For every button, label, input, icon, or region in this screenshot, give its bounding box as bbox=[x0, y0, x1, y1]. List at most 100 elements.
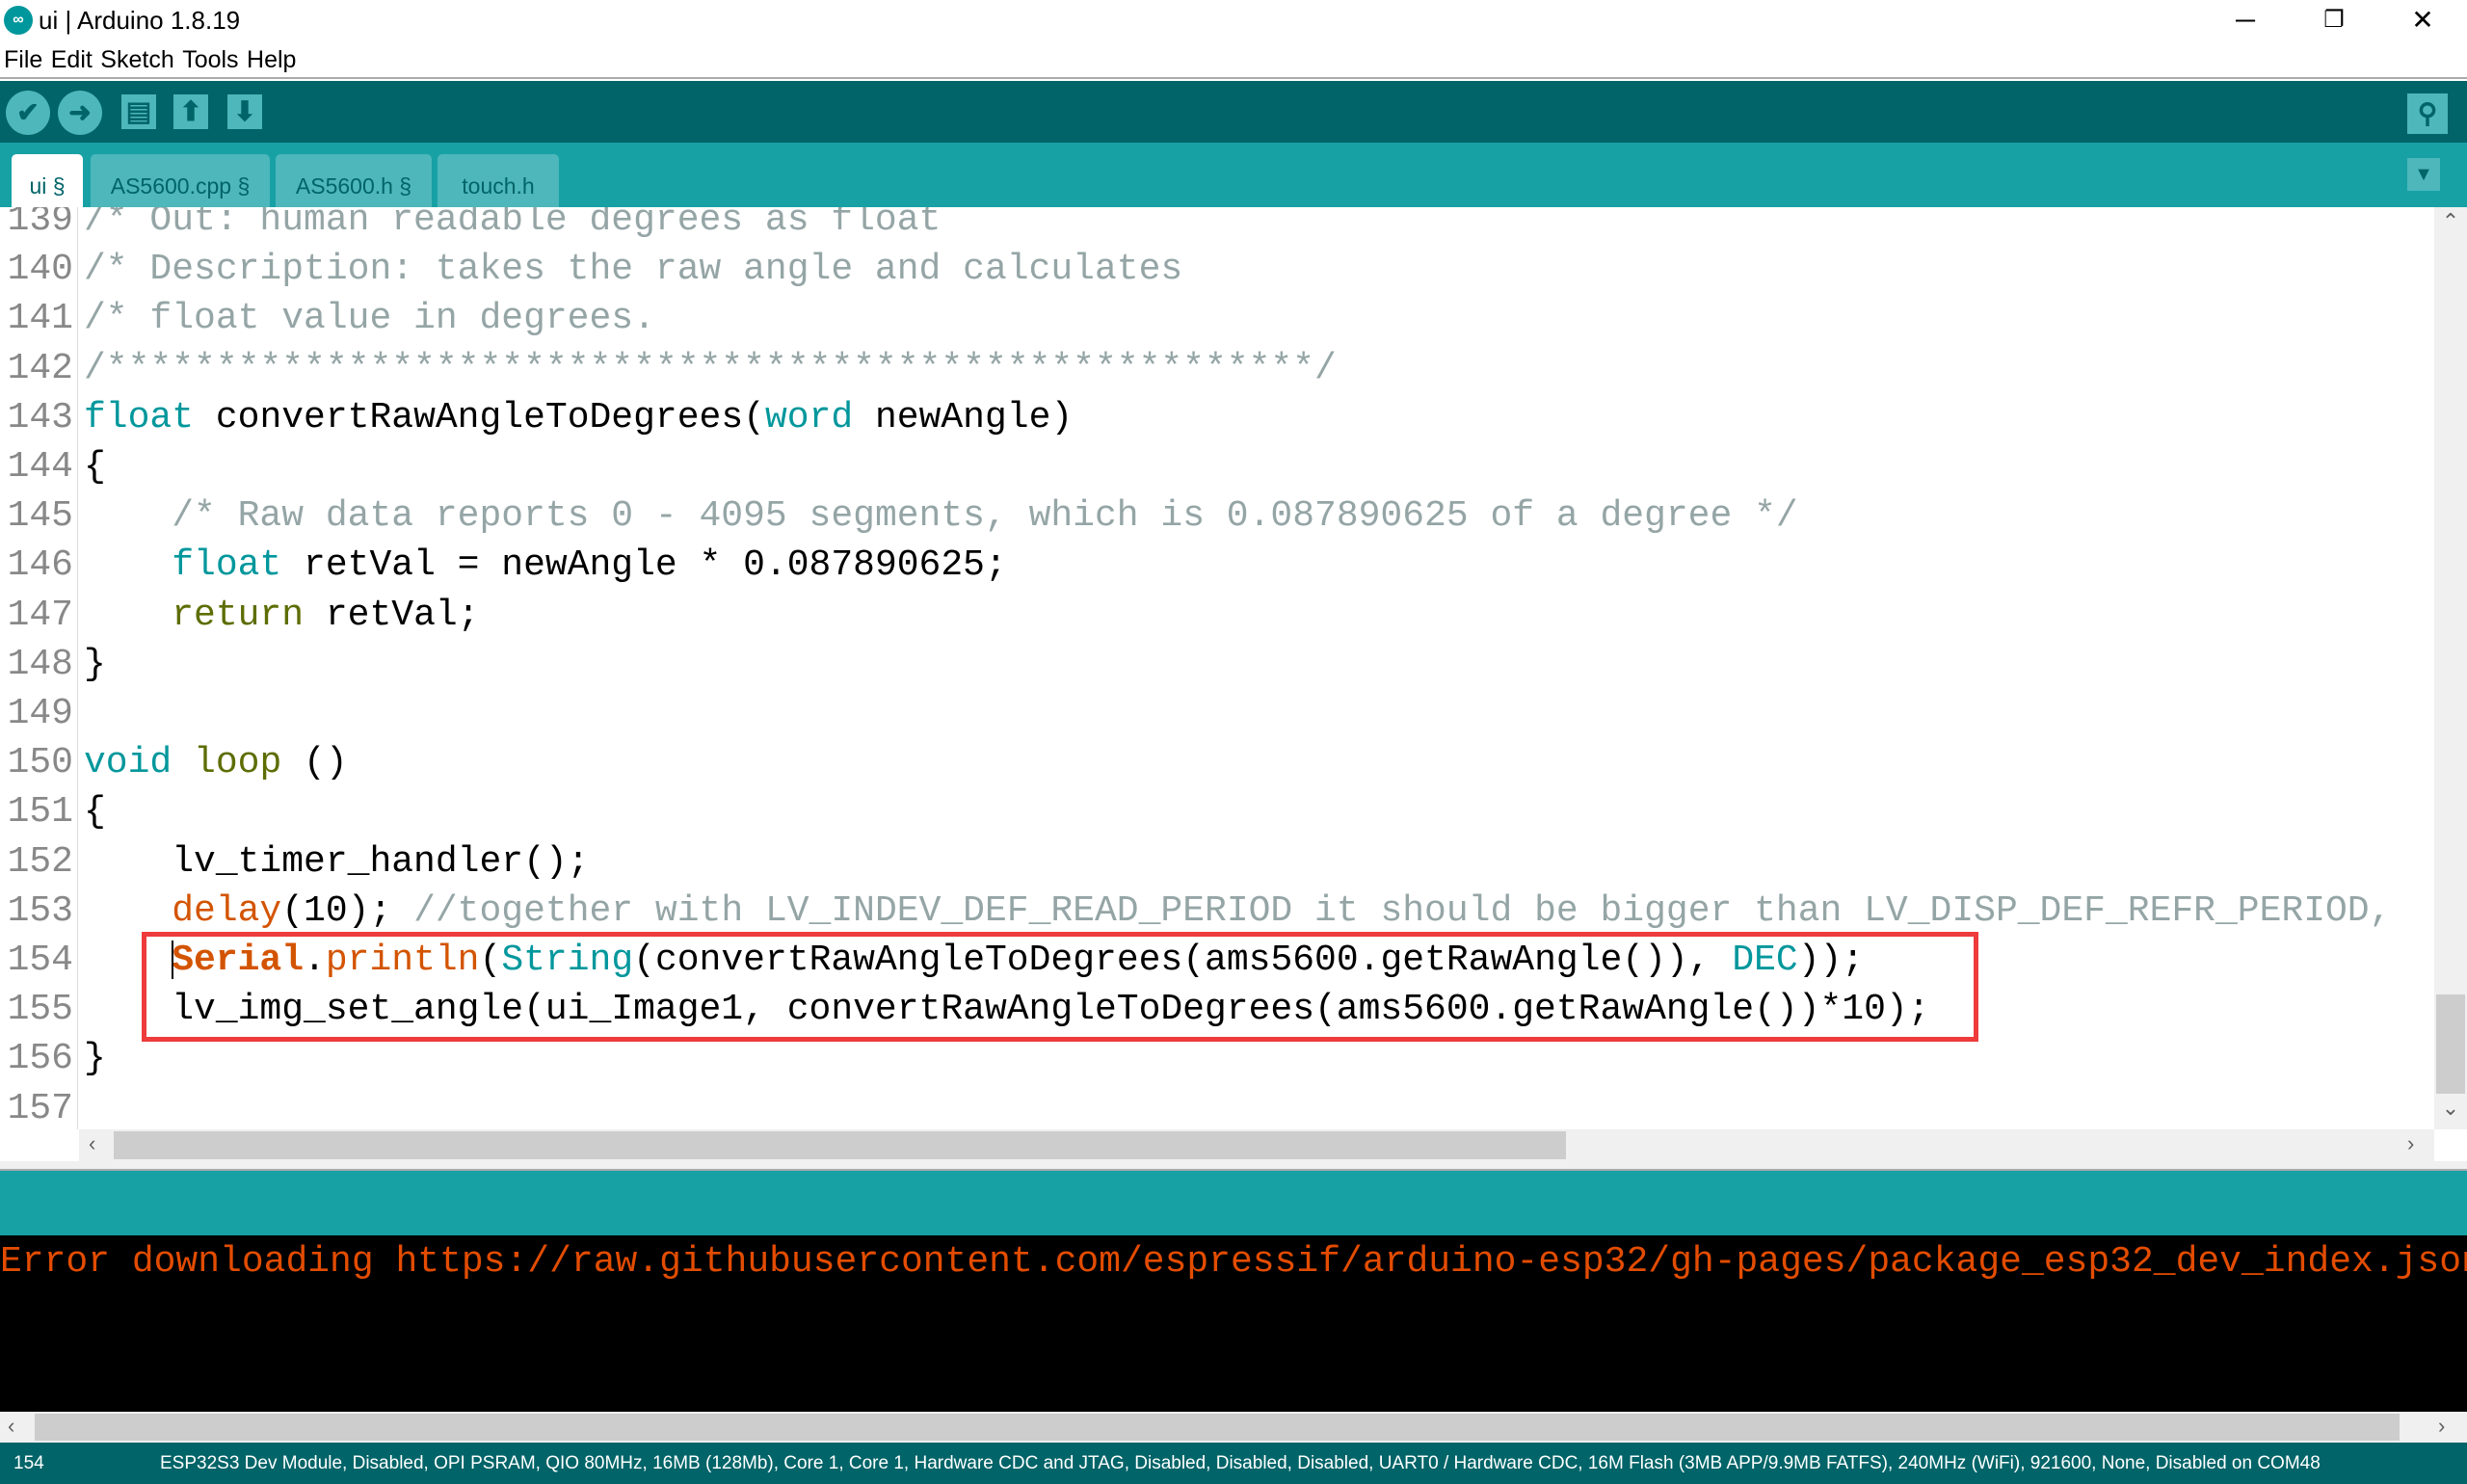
code-token-plain: { bbox=[84, 446, 106, 488]
console-scroll-left-icon[interactable]: ‹ bbox=[8, 1414, 14, 1439]
highlight-annotation-box bbox=[142, 932, 1978, 1042]
message-area bbox=[0, 1171, 2467, 1235]
line-number: 150 bbox=[7, 742, 73, 784]
code-line[interactable]: 145 /* Raw data reports 0 - 4095 segment… bbox=[0, 491, 1798, 541]
tab-as5600-h[interactable]: AS5600.h § bbox=[276, 154, 432, 207]
line-number: 147 bbox=[7, 594, 73, 636]
console-output: Error downloading https://raw.githubuser… bbox=[0, 1235, 2467, 1412]
code-line[interactable]: 139 /* Out: human readable degrees as flo… bbox=[0, 207, 942, 245]
tab-bar: ui § AS5600.cpp § AS5600.h § touch.h ▼ bbox=[0, 143, 2467, 207]
open-button[interactable]: ⬆ bbox=[173, 94, 208, 129]
menu-tools[interactable]: Tools bbox=[178, 42, 238, 74]
code-text: /* Out: human readable degrees as float bbox=[84, 207, 941, 245]
code-token-kw: word bbox=[764, 396, 854, 438]
code-token-comment: //together with LV_INDEV_DEF_READ_PERIOD… bbox=[413, 889, 2392, 932]
code-line[interactable]: 147 return retVal; bbox=[0, 591, 480, 640]
code-token-olive: return bbox=[172, 594, 305, 636]
console-error-text: Error downloading https://raw.githubuser… bbox=[0, 1241, 2467, 1283]
code-text: { bbox=[84, 787, 106, 836]
status-bar: 154 ESP32S3 Dev Module, Disabled, OPI PS… bbox=[0, 1443, 2467, 1484]
menu-edit[interactable]: Edit bbox=[47, 42, 93, 74]
editor-console-splitter[interactable] bbox=[0, 1161, 2467, 1171]
console-scroll-thumb[interactable] bbox=[35, 1414, 2400, 1441]
console-scroll-right-icon[interactable]: › bbox=[2438, 1414, 2445, 1439]
code-text: /* float value in degrees. bbox=[84, 294, 655, 343]
code-line[interactable]: 148} bbox=[0, 640, 106, 689]
code-line[interactable]: 141 /* float value in degrees. bbox=[0, 294, 655, 343]
scroll-up-icon[interactable]: ⌃ bbox=[2434, 209, 2467, 234]
code-text: float retVal = newAngle * 0.087890625; bbox=[84, 541, 1007, 590]
code-token-olive: loop bbox=[194, 742, 282, 784]
code-line[interactable]: 152 lv_timer_handler(); bbox=[0, 837, 590, 887]
code-token-orange: delay bbox=[172, 889, 282, 932]
code-line[interactable]: 140 /* Description: takes the raw angle a… bbox=[0, 245, 1183, 294]
restore-button[interactable]: ❐ bbox=[2290, 0, 2378, 42]
arduino-logo-icon: ∞ bbox=[4, 6, 33, 35]
line-number: 140 bbox=[7, 249, 73, 291]
code-line[interactable]: 149 bbox=[0, 689, 75, 738]
code-text: void loop () bbox=[84, 738, 348, 787]
code-line[interactable]: 156} bbox=[0, 1034, 106, 1083]
minimize-button[interactable]: ─ bbox=[2201, 0, 2290, 42]
code-line[interactable]: 144 { bbox=[0, 442, 106, 491]
code-text: } bbox=[84, 640, 106, 689]
code-token-plain: } bbox=[84, 643, 106, 685]
code-line[interactable]: 146 float retVal = newAngle * 0.08789062… bbox=[0, 541, 1007, 590]
serial-monitor-button[interactable]: ⚲ bbox=[2407, 93, 2448, 134]
code-line[interactable]: 143 float convertRawAngleToDegrees(word n… bbox=[0, 393, 1074, 442]
line-number: 156 bbox=[7, 1038, 73, 1080]
vertical-scroll-thumb[interactable] bbox=[2436, 994, 2465, 1094]
menu-file[interactable]: File bbox=[0, 42, 42, 74]
code-token-kw: float bbox=[172, 544, 282, 587]
code-text: float convertRawAngleToDegrees(word newA… bbox=[84, 393, 1073, 442]
scroll-left-icon[interactable]: ‹ bbox=[89, 1131, 95, 1156]
tab-menu-chevron-down-icon[interactable]: ▼ bbox=[2407, 158, 2440, 191]
line-number: 153 bbox=[7, 889, 73, 932]
line-number: 154 bbox=[7, 940, 73, 981]
code-token-plain: lv_timer_handler(); bbox=[84, 840, 590, 883]
upload-button[interactable]: ➜ bbox=[58, 91, 102, 135]
code-token-comment: /***************************************… bbox=[84, 347, 1337, 389]
code-line[interactable]: 155 lv_img_set_angle(ui_Image1, convertR… bbox=[0, 985, 1930, 1034]
tab-touch-h[interactable]: touch.h bbox=[438, 154, 559, 207]
line-number: 145 bbox=[7, 495, 73, 538]
menu-sketch[interactable]: Sketch bbox=[96, 42, 173, 74]
verify-button[interactable]: ✔ bbox=[6, 91, 50, 135]
code-line[interactable]: 142 /************************************… bbox=[0, 344, 1337, 393]
save-button[interactable]: ⬇ bbox=[227, 94, 262, 129]
code-token-plain: convertRawAngleToDegrees( bbox=[194, 396, 765, 438]
tab-as5600-cpp[interactable]: AS5600.cpp § bbox=[91, 154, 270, 207]
code-text: return retVal; bbox=[84, 591, 479, 640]
code-text: delay(10); //together with LV_INDEV_DEF_… bbox=[84, 887, 2391, 936]
scroll-down-icon[interactable]: ⌄ bbox=[2434, 1096, 2467, 1121]
code-token-plain: retVal; bbox=[304, 594, 480, 636]
line-number: 146 bbox=[7, 544, 73, 587]
code-line[interactable]: 154 Serial.println(String(convertRawAngl… bbox=[0, 936, 1865, 985]
code-token-kw: float bbox=[84, 396, 195, 438]
code-text: lv_timer_handler(); bbox=[84, 837, 590, 887]
code-token-plain: newAngle) bbox=[853, 396, 1074, 438]
scroll-right-icon[interactable]: › bbox=[2407, 1131, 2414, 1156]
code-token-comment: /* Out: human readable degrees as float bbox=[84, 207, 942, 241]
code-line[interactable]: 151 { bbox=[0, 787, 106, 836]
code-line[interactable]: 150 void loop () bbox=[0, 738, 348, 787]
new-sketch-button[interactable]: ▤ bbox=[121, 94, 156, 129]
code-line[interactable]: 157 bbox=[0, 1084, 75, 1129]
code-line[interactable]: 153 delay(10); //together with LV_INDEV_… bbox=[0, 887, 2392, 936]
tab-ui[interactable]: ui § bbox=[12, 154, 83, 207]
close-button[interactable]: ✕ bbox=[2378, 0, 2467, 42]
menu-help[interactable]: Help bbox=[243, 42, 296, 74]
vertical-scrollbar[interactable]: ⌃ ⌄ bbox=[2434, 207, 2467, 1129]
code-token-comment: /* float value in degrees. bbox=[84, 298, 655, 340]
board-info: ESP32S3 Dev Module, Disabled, OPI PSRAM,… bbox=[160, 1453, 2321, 1473]
line-number: 149 bbox=[7, 693, 73, 734]
horizontal-scroll-thumb[interactable] bbox=[114, 1131, 1566, 1159]
line-number: 152 bbox=[7, 840, 73, 883]
title-bar: ∞ ui | Arduino 1.8.19 ─ ❐ ✕ bbox=[0, 0, 2467, 42]
line-number: 157 bbox=[7, 1087, 73, 1129]
